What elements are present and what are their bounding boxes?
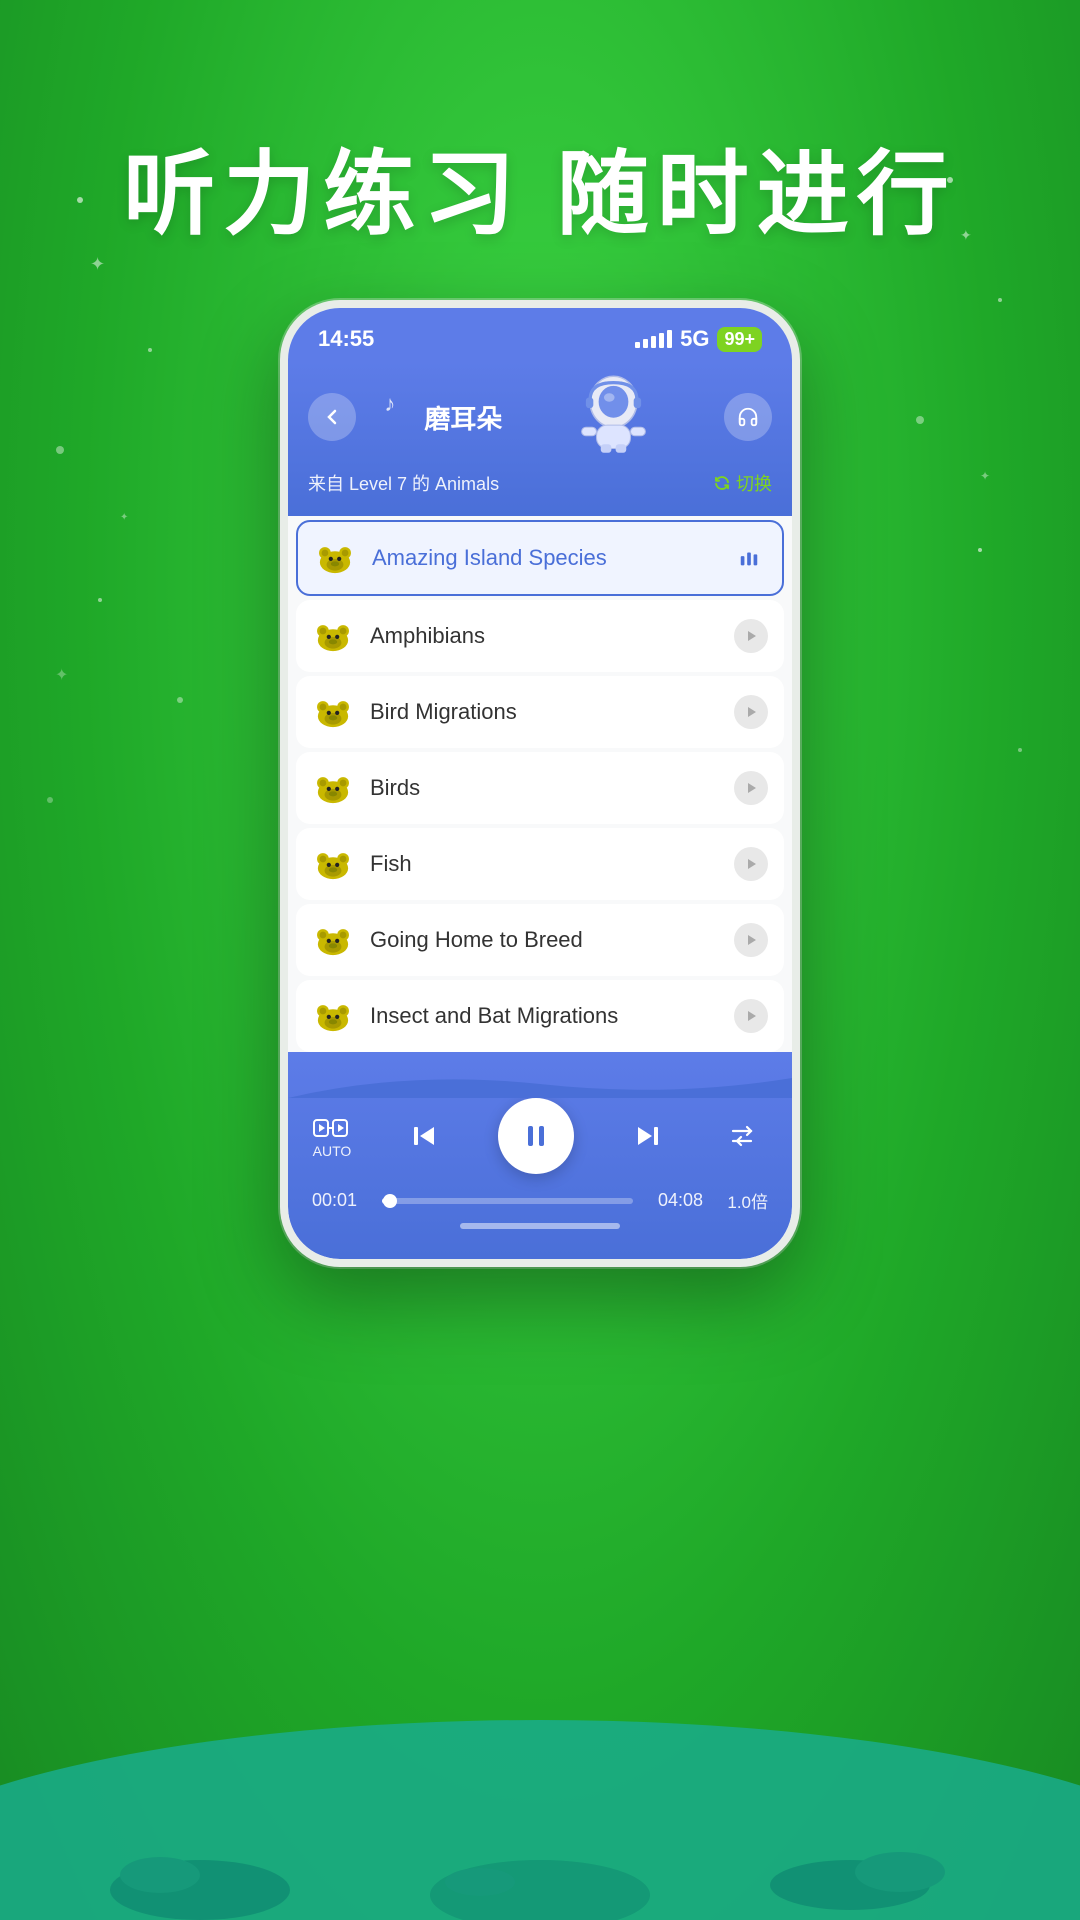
track-item-2[interactable]: Amphibians xyxy=(296,600,784,672)
track-item-5[interactable]: Fish xyxy=(296,828,784,900)
auto-icon xyxy=(312,1113,352,1143)
track-name-7: Insect and Bat Migrations xyxy=(370,1003,718,1029)
svg-text:✦: ✦ xyxy=(120,512,128,523)
track-item-3[interactable]: Bird Migrations xyxy=(296,676,784,748)
bottom-player: AUTO xyxy=(288,1052,792,1259)
progress-area: 00:01 04:08 1.0倍 xyxy=(312,1188,768,1213)
play-icon-4 xyxy=(744,781,758,795)
next-button[interactable] xyxy=(623,1112,671,1160)
previous-icon xyxy=(409,1120,441,1152)
play-indicator-4 xyxy=(734,771,768,805)
header-top-row: ♪ 磨耳朵 xyxy=(308,372,772,462)
headphone-button[interactable] xyxy=(724,393,772,441)
play-indicator-5 xyxy=(734,847,768,881)
play-icon-5 xyxy=(744,857,758,871)
astronaut-decoration xyxy=(571,372,656,462)
subtitle-label: 来自 Level 7 的 Animals xyxy=(308,470,499,496)
network-type: 5G xyxy=(680,326,709,352)
track-item-4[interactable]: Birds xyxy=(296,752,784,824)
bear-icon-2 xyxy=(312,618,354,654)
astronaut-icon xyxy=(571,372,656,457)
track-item-1[interactable]: Amazing Island Species xyxy=(296,520,784,596)
signal-bars xyxy=(635,330,672,348)
track-item-7[interactable]: Insect and Bat Migrations xyxy=(296,980,784,1052)
equalizer-icon xyxy=(738,547,760,569)
svg-text:✦: ✦ xyxy=(55,667,68,684)
track-list: Amazing Island Species xyxy=(288,516,792,1052)
status-right: 5G 99+ xyxy=(635,326,762,352)
app-title: 磨耳朵 xyxy=(424,399,502,436)
play-indicator-1 xyxy=(732,541,766,575)
track-name-5: Fish xyxy=(370,851,718,877)
header-subtitle-row: 来自 Level 7 的 Animals 切换 xyxy=(308,470,772,496)
bear-icon-3 xyxy=(312,694,354,730)
pause-button[interactable] xyxy=(498,1098,574,1174)
headline: 听力练习 随时进行 xyxy=(0,120,1080,253)
phone-frame: 14:55 5G 99+ xyxy=(280,300,800,1267)
play-icon-2 xyxy=(744,629,758,643)
phone-screen: 14:55 5G 99+ xyxy=(288,308,792,1259)
play-indicator-2 xyxy=(734,619,768,653)
home-indicator xyxy=(460,1223,620,1229)
status-bar: 14:55 5G 99+ xyxy=(288,308,792,362)
play-indicator-6 xyxy=(734,923,768,957)
auto-label: AUTO xyxy=(313,1143,352,1159)
pause-icon xyxy=(520,1120,552,1152)
wave-svg xyxy=(288,1070,792,1098)
music-note-icon: ♪ xyxy=(384,391,395,417)
track-item-6[interactable]: Going Home to Breed xyxy=(296,904,784,976)
switch-button[interactable]: 切换 xyxy=(713,470,772,496)
status-time: 14:55 xyxy=(318,326,374,352)
time-current: 00:01 xyxy=(312,1190,372,1211)
planet-ground xyxy=(0,1700,1080,1920)
play-icon-7 xyxy=(744,1009,758,1023)
play-icon-3 xyxy=(744,705,758,719)
app-header: ♪ 磨耳朵 xyxy=(288,362,792,516)
bear-icon-1 xyxy=(314,540,356,576)
switch-label: 切换 xyxy=(736,470,772,496)
svg-text:✦: ✦ xyxy=(90,254,105,274)
track-name-6: Going Home to Breed xyxy=(370,927,718,953)
player-controls: AUTO xyxy=(312,1098,768,1174)
bear-icon-5 xyxy=(312,846,354,882)
auto-button[interactable]: AUTO xyxy=(312,1113,352,1159)
bear-icon-6 xyxy=(312,922,354,958)
time-total: 04:08 xyxy=(643,1190,703,1211)
track-name-1: Amazing Island Species xyxy=(372,545,716,571)
back-button[interactable] xyxy=(308,393,356,441)
notification-badge: 99+ xyxy=(717,327,762,352)
track-name-3: Bird Migrations xyxy=(370,699,718,725)
wave-divider xyxy=(288,1070,792,1098)
play-indicator-7 xyxy=(734,999,768,1033)
refresh-icon xyxy=(713,474,731,492)
phone-mockup: 14:55 5G 99+ xyxy=(280,300,800,1267)
track-name-4: Birds xyxy=(370,775,718,801)
auto-playback-icon xyxy=(313,1115,351,1141)
repeat-button[interactable] xyxy=(720,1112,768,1160)
bear-icon-7 xyxy=(312,998,354,1034)
speed-button[interactable]: 1.0倍 xyxy=(713,1188,768,1213)
progress-bar[interactable] xyxy=(382,1198,633,1204)
svg-text:✦: ✦ xyxy=(980,469,990,483)
play-icon-6 xyxy=(744,933,758,947)
repeat-icon xyxy=(729,1121,759,1151)
next-icon xyxy=(631,1120,663,1152)
bear-icon-4 xyxy=(312,770,354,806)
play-indicator-3 xyxy=(734,695,768,729)
track-name-2: Amphibians xyxy=(370,623,718,649)
previous-button[interactable] xyxy=(401,1112,449,1160)
progress-dot xyxy=(383,1194,397,1208)
